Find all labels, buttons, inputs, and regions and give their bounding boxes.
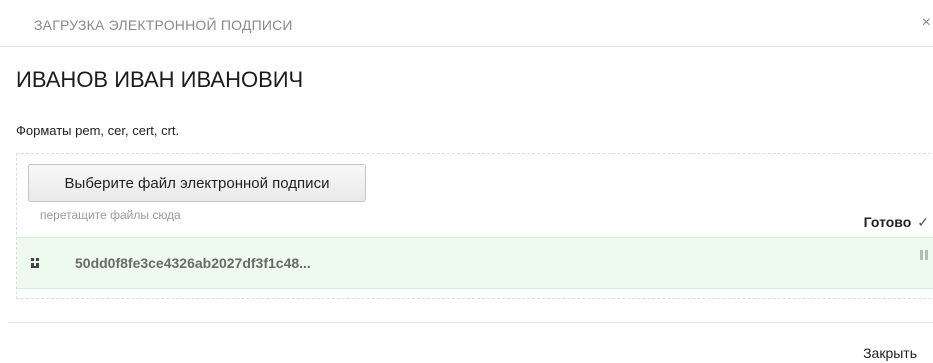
dialog-title: ЗАГРУЗКА ЭЛЕКТРОННОЙ ПОДПИСИ (34, 17, 293, 33)
file-name: 50dd0f8fe3ce4326ab2027df3f1c48... (75, 255, 311, 271)
close-button[interactable]: Закрыть (863, 345, 917, 361)
drop-hint: перетащите файлы сюда (40, 208, 181, 222)
upload-status: Готово ✓ (864, 214, 929, 231)
dialog-header: ЗАГРУЗКА ЭЛЕКТРОННОЙ ПОДПИСИ × (0, 0, 933, 47)
footer-divider (10, 322, 933, 323)
status-label: Готово (863, 214, 912, 230)
choose-file-button[interactable]: Выберите файл электронной подписи (28, 164, 366, 202)
formats-hint: Форматы pem, cer, cert, crt. (16, 123, 180, 138)
drag-handle-icon[interactable] (31, 258, 43, 269)
owner-name: ИВАНОВ ИВАН ИВАНОВИЧ (16, 67, 304, 92)
close-icon[interactable]: × (922, 14, 931, 32)
check-icon: ✓ (917, 214, 929, 230)
pause-icon[interactable] (920, 250, 929, 260)
file-row: 50dd0f8fe3ce4326ab2027df3f1c48... (17, 237, 933, 289)
